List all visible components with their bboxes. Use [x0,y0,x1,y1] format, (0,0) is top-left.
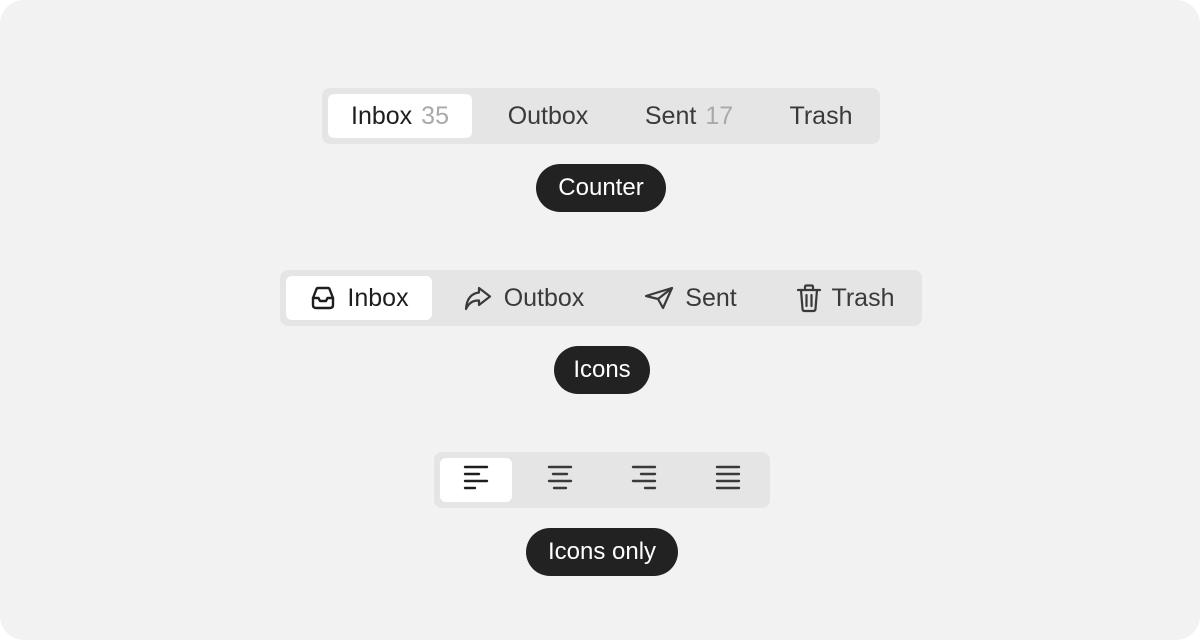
align-justify-button[interactable] [692,458,764,502]
inbox-tray-icon [309,285,337,311]
tab-trash[interactable]: Trash [784,276,906,320]
caption-counter: Counter [536,164,666,212]
caption-icons: Icons [554,346,650,394]
tab-outbox[interactable]: Outbox [482,94,614,138]
tab-label: Trash [789,101,853,130]
tab-sent[interactable]: Sent 17 [622,94,756,138]
unread-count: 35 [421,101,449,130]
tab-sent[interactable]: Sent [630,276,750,320]
tab-outbox[interactable]: Outbox [450,276,596,320]
align-right-icon [631,464,657,497]
tab-label: Sent [644,101,697,130]
segmented-control-icons-only [434,452,770,508]
tab-inbox[interactable]: Inbox [286,276,432,320]
align-left-button[interactable] [440,458,512,502]
caption-icons-only: Icons only [526,528,678,576]
tab-label: Inbox [347,283,409,312]
align-center-icon [547,464,573,497]
tab-label: Sent [685,283,737,312]
tab-trash[interactable]: Trash [768,94,874,138]
tab-label: Outbox [503,283,585,312]
align-right-button[interactable] [608,458,680,502]
segmented-control-icons: Inbox Outbox Sent Trash [280,270,922,326]
align-left-icon [463,464,489,497]
trash-can-icon [796,283,822,313]
tab-label: Trash [831,283,895,312]
align-center-button[interactable] [524,458,596,502]
canvas: Inbox 35 Outbox Sent 17 Trash Counter Inbo… [0,0,1200,640]
tab-inbox[interactable]: Inbox 35 [328,94,472,138]
tab-label: Outbox [507,101,589,130]
align-justify-icon [715,464,741,497]
forward-arrow-icon [462,284,494,312]
segmented-control-counter: Inbox 35 Outbox Sent 17 Trash [322,88,880,144]
sent-count: 17 [705,101,734,130]
paper-plane-icon [643,285,675,311]
tab-label: Inbox [351,101,413,130]
